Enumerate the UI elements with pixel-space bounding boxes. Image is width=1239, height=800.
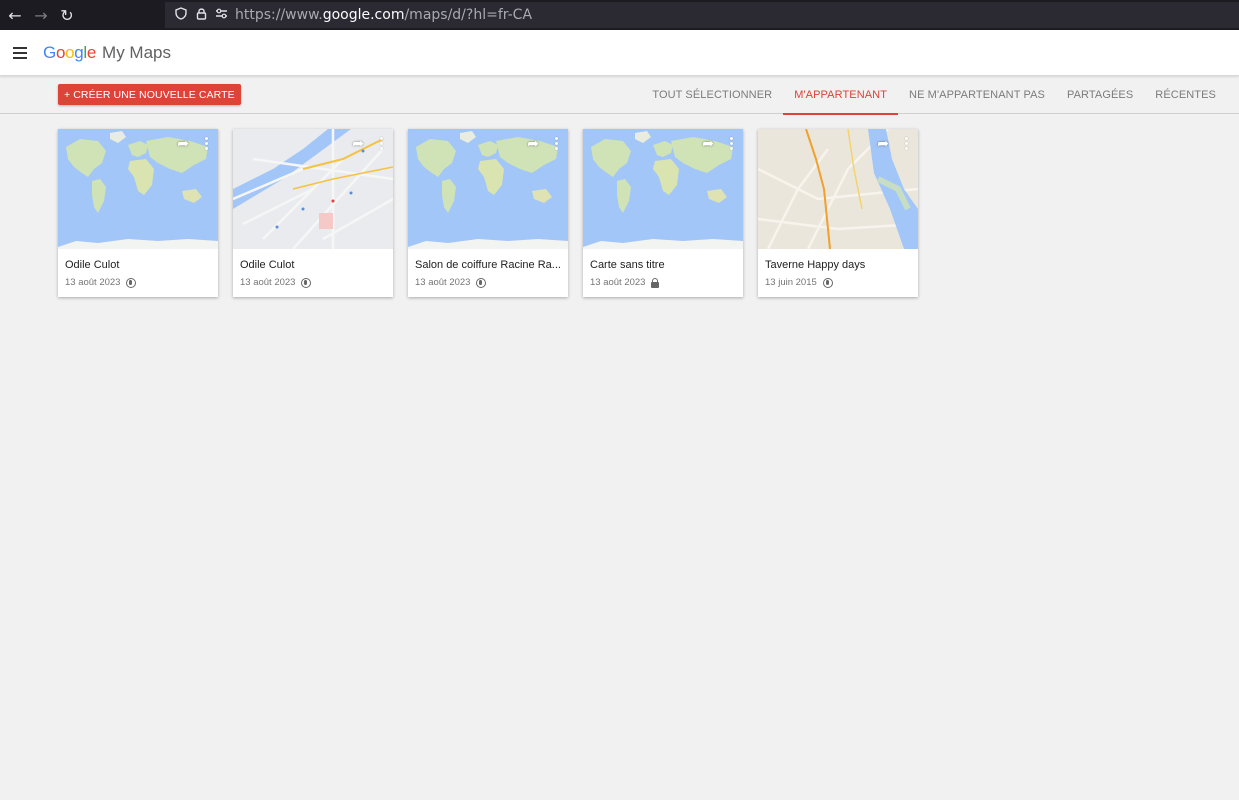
globe-icon (476, 277, 487, 288)
map-thumbnail[interactable]: ➦ (408, 129, 568, 249)
back-icon[interactable]: ← (2, 0, 28, 30)
map-thumbnail[interactable]: ➦ (58, 129, 218, 249)
map-date: 13 août 2023 (415, 277, 471, 288)
globe-icon (822, 277, 833, 288)
tab-3[interactable]: PARTAGÉES (1056, 76, 1144, 114)
browser-toolbar: ← → ↻ https://www.google.com/maps/d/?hl=… (0, 0, 1239, 30)
map-title[interactable]: Taverne Happy days (765, 259, 913, 271)
card-actions: ➦ (352, 135, 385, 152)
map-date: 13 août 2023 (590, 277, 646, 288)
map-card[interactable]: ➦ Odile Culot 13 août 2023 (233, 129, 393, 297)
create-new-map-button[interactable]: + CRÉER UNE NOUVELLE CARTE (58, 84, 241, 105)
tab-4[interactable]: RÉCENTES (1144, 76, 1227, 114)
map-meta: 13 août 2023 (590, 277, 660, 288)
more-options-icon[interactable] (553, 135, 560, 152)
map-card[interactable]: ➦ Salon de coiffure Racine Ra... 13 août 2… (408, 129, 568, 297)
google-my-maps-logo[interactable]: Google My Maps (43, 43, 171, 63)
app-header: Google My Maps (0, 30, 1239, 76)
map-card[interactable]: ➦ Carte sans titre 13 août 2023 (583, 129, 743, 297)
more-options-icon[interactable] (203, 135, 210, 152)
product-name: My Maps (102, 42, 172, 62)
more-options-icon[interactable] (728, 135, 735, 152)
card-actions: ➦ (177, 135, 210, 152)
map-date: 13 août 2023 (65, 277, 121, 288)
globe-icon (126, 277, 137, 288)
share-icon[interactable]: ➦ (177, 136, 189, 152)
more-options-icon[interactable] (903, 135, 910, 152)
url-path: /maps/d/?hl=fr-CA (404, 7, 533, 23)
share-icon[interactable]: ➦ (877, 136, 889, 152)
filter-tabs: TOUT SÉLECTIONNER M'APPARTENANT NE M'APPAR… (641, 76, 1227, 115)
share-icon[interactable]: ➦ (527, 136, 539, 152)
permissions-icon[interactable] (211, 8, 231, 23)
map-title[interactable]: Salon de coiffure Racine Ra... (415, 259, 563, 271)
map-date: 13 juin 2015 (765, 277, 817, 288)
url-prefix: https://www. (235, 7, 323, 23)
lock-icon[interactable] (191, 7, 211, 24)
map-meta: 13 août 2023 (415, 277, 487, 288)
google-wordmark: Google (43, 42, 97, 62)
url-domain: google.com (322, 7, 405, 23)
map-thumbnail[interactable]: ➦ (583, 129, 743, 249)
card-actions: ➦ (877, 135, 910, 152)
address-bar[interactable]: https://www.google.com/maps/d/?hl=fr-CA (165, 2, 1239, 28)
shield-icon[interactable] (171, 6, 191, 24)
map-title[interactable]: Odile Culot (65, 259, 213, 271)
map-thumbnail[interactable]: ➦ (233, 129, 393, 249)
map-meta: 13 août 2023 (240, 277, 312, 288)
forward-icon[interactable]: → (28, 0, 54, 30)
globe-icon (301, 277, 312, 288)
map-card-grid: ➦ Odile Culot 13 août 2023 ➦ Odile Culot 13 … (58, 129, 918, 297)
more-options-icon[interactable] (378, 135, 385, 152)
card-actions: ➦ (702, 135, 735, 152)
url-text[interactable]: https://www.google.com/maps/d/?hl=fr-CA (235, 7, 532, 23)
hamburger-menu-icon[interactable] (13, 46, 27, 59)
map-meta: 13 juin 2015 (765, 277, 833, 288)
map-title[interactable]: Carte sans titre (590, 259, 738, 271)
share-icon[interactable]: ➦ (702, 136, 714, 152)
map-title[interactable]: Odile Culot (240, 259, 388, 271)
maps-toolbar: + CRÉER UNE NOUVELLE CARTE TOUT SÉLECTIO… (0, 76, 1239, 115)
map-date: 13 août 2023 (240, 277, 296, 288)
map-meta: 13 août 2023 (65, 277, 137, 288)
map-thumbnail[interactable]: ➦ (758, 129, 918, 249)
lock-icon (651, 277, 660, 288)
map-card[interactable]: ➦ Odile Culot 13 août 2023 (58, 129, 218, 297)
tab-2[interactable]: NE M'APPARTENANT PAS (898, 76, 1056, 114)
reload-icon[interactable]: ↻ (54, 0, 80, 30)
share-icon[interactable]: ➦ (352, 136, 364, 152)
card-actions: ➦ (527, 135, 560, 152)
tab-0[interactable]: TOUT SÉLECTIONNER (641, 76, 783, 114)
tab-1[interactable]: M'APPARTENANT (783, 76, 898, 115)
map-card[interactable]: ➦ Taverne Happy days 13 juin 2015 (758, 129, 918, 297)
